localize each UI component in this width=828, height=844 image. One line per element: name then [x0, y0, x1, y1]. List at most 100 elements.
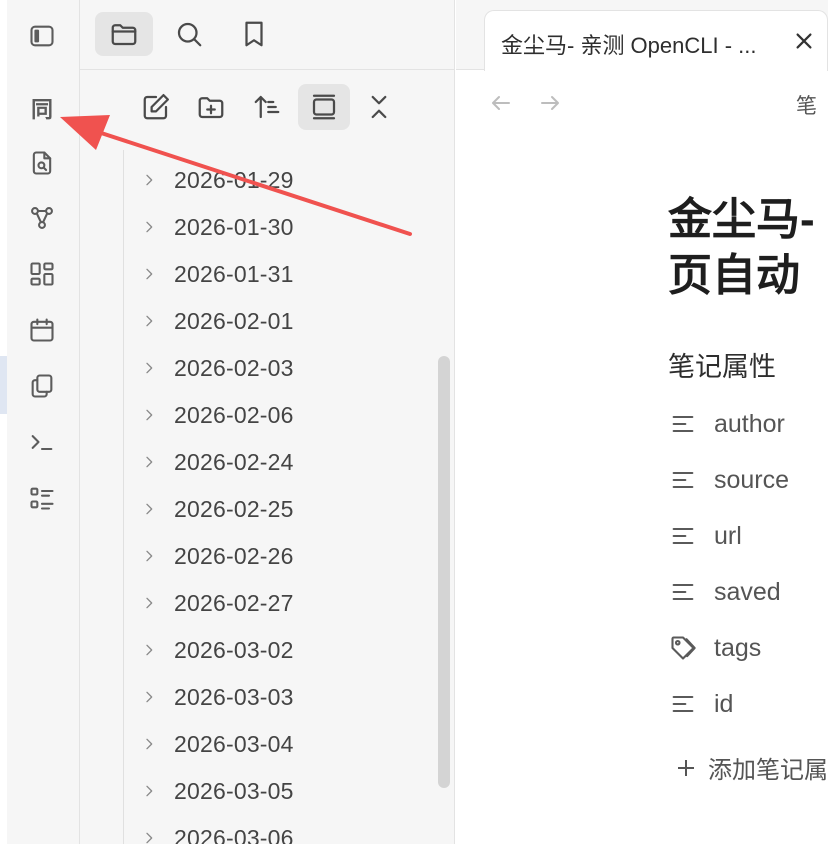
- folder-label: 2026-02-25: [174, 495, 294, 522]
- close-icon[interactable]: [789, 26, 819, 56]
- text-lines-icon[interactable]: [668, 465, 698, 495]
- chevron-right-icon[interactable]: [124, 642, 174, 658]
- tong-char-icon[interactable]: 同: [22, 88, 62, 128]
- folder-label: 2026-01-29: [174, 166, 294, 193]
- property-name: id: [714, 689, 734, 718]
- property-name: tags: [714, 633, 762, 662]
- editor-tab-bar: 金尘马- 亲测 OpenCLI - ...: [456, 0, 828, 71]
- sidebar-toggle-icon[interactable]: [22, 16, 62, 56]
- edge-highlight: [0, 356, 7, 414]
- folder-item[interactable]: 2026-02-03: [124, 348, 424, 388]
- folder-label: 2026-02-27: [174, 589, 294, 616]
- new-note-icon[interactable]: [130, 84, 182, 130]
- chevron-right-icon[interactable]: [124, 548, 174, 564]
- search-icon[interactable]: [160, 12, 218, 56]
- property-name: url: [714, 521, 742, 550]
- note-title-line: 金尘马-: [668, 195, 815, 244]
- add-property-label: 添加笔记属: [708, 757, 828, 784]
- forward-arrow-icon[interactable]: [535, 88, 565, 118]
- folder-label: 2026-02-24: [174, 448, 294, 475]
- folder-item[interactable]: 2026-02-01: [124, 301, 424, 341]
- auto-reveal-icon[interactable]: [298, 84, 350, 130]
- folder-label: 2026-03-05: [174, 777, 294, 804]
- chevron-right-icon[interactable]: [124, 407, 174, 423]
- ribbon: 同: [0, 0, 80, 844]
- note-tab[interactable]: 金尘马- 亲测 OpenCLI - ...: [484, 10, 828, 71]
- folder-label: 2026-02-06: [174, 401, 294, 428]
- property-row[interactable]: author: [668, 404, 785, 444]
- tab-title: 金尘马- 亲测 OpenCLI - ...: [501, 33, 757, 58]
- text-lines-icon[interactable]: [668, 577, 698, 607]
- property-name: saved: [714, 577, 781, 606]
- property-row[interactable]: source: [668, 460, 789, 500]
- bookmark-icon[interactable]: [225, 12, 283, 56]
- folder-label: 2026-03-04: [174, 730, 294, 757]
- text-lines-icon[interactable]: [668, 409, 698, 439]
- chevron-right-icon[interactable]: [124, 266, 174, 282]
- folder-item[interactable]: 2026-02-25: [124, 489, 424, 529]
- sidebar-tab-bar: [80, 0, 455, 70]
- folder-label: 2026-01-30: [174, 213, 294, 240]
- note-title[interactable]: 金尘马- 页自动: [668, 192, 828, 304]
- folder-item[interactable]: 2026-03-02: [124, 630, 424, 670]
- folder-label: 2026-03-02: [174, 636, 294, 663]
- folder-item[interactable]: 2026-03-03: [124, 677, 424, 717]
- chevron-right-icon[interactable]: [124, 172, 174, 188]
- folder-item[interactable]: 2026-02-06: [124, 395, 424, 435]
- chevron-right-icon[interactable]: [124, 501, 174, 517]
- sidebar-scrollbar[interactable]: [438, 356, 450, 788]
- folder-item[interactable]: 2026-03-06: [124, 818, 424, 844]
- add-property-button[interactable]: 添加笔记属: [674, 750, 828, 785]
- chevron-right-icon[interactable]: [124, 219, 174, 235]
- file-explorer-sidebar: 2026-01-29 2026-01-30 2026-01-31 2026-02-01…: [80, 0, 455, 844]
- property-row[interactable]: id: [668, 684, 733, 724]
- checklist-icon[interactable]: [22, 478, 62, 518]
- folder-item[interactable]: 2026-03-04: [124, 724, 424, 764]
- folder-tree: 2026-01-29 2026-01-30 2026-01-31 2026-02-01…: [123, 150, 453, 844]
- tag-icon[interactable]: [668, 633, 698, 663]
- chevron-right-icon[interactable]: [124, 595, 174, 611]
- folder-item[interactable]: 2026-02-27: [124, 583, 424, 623]
- text-lines-icon[interactable]: [668, 689, 698, 719]
- text-lines-icon[interactable]: [668, 521, 698, 551]
- folder-item[interactable]: 2026-03-05: [124, 771, 424, 811]
- property-row[interactable]: url: [668, 516, 742, 556]
- new-folder-icon[interactable]: [185, 84, 237, 130]
- folder-item[interactable]: 2026-01-30: [124, 207, 424, 247]
- property-row[interactable]: tags: [668, 628, 761, 668]
- sort-icon[interactable]: [241, 84, 293, 130]
- folder-icon[interactable]: [95, 12, 153, 56]
- folder-label: 2026-02-03: [174, 354, 294, 381]
- copy-pages-icon[interactable]: [22, 366, 62, 406]
- properties-heading[interactable]: 笔记属性: [668, 345, 776, 384]
- chevron-right-icon[interactable]: [124, 830, 174, 844]
- chevron-right-icon[interactable]: [124, 689, 174, 705]
- chevron-right-icon[interactable]: [124, 313, 174, 329]
- layout-grid-icon[interactable]: [22, 254, 62, 294]
- note-title-line: 页自动: [668, 251, 800, 300]
- back-arrow-icon[interactable]: [486, 88, 516, 118]
- breadcrumb[interactable]: 笔: [796, 90, 817, 120]
- graph-icon[interactable]: [22, 198, 62, 238]
- chevron-right-icon[interactable]: [124, 454, 174, 470]
- folder-item[interactable]: 2026-02-26: [124, 536, 424, 576]
- property-name: source: [714, 465, 790, 494]
- search-file-icon[interactable]: [22, 143, 62, 183]
- folder-item[interactable]: 2026-01-29: [124, 160, 424, 200]
- chevron-right-icon[interactable]: [124, 360, 174, 376]
- folder-label: 2026-02-26: [174, 542, 294, 569]
- folder-label: 2026-03-06: [174, 824, 294, 844]
- folder-label: 2026-02-01: [174, 307, 294, 334]
- chevron-right-icon[interactable]: [124, 736, 174, 752]
- calendar-icon[interactable]: [22, 310, 62, 350]
- folder-label: 2026-01-31: [174, 260, 294, 287]
- property-row[interactable]: saved: [668, 572, 781, 612]
- property-name: author: [714, 409, 785, 438]
- terminal-icon[interactable]: [22, 422, 62, 462]
- folder-item[interactable]: 2026-02-24: [124, 442, 424, 482]
- folder-label: 2026-03-03: [174, 683, 294, 710]
- folder-item[interactable]: 2026-01-31: [124, 254, 424, 294]
- chevron-right-icon[interactable]: [124, 783, 174, 799]
- collapse-all-icon[interactable]: [353, 84, 405, 130]
- editor-pane: 金尘马- 亲测 OpenCLI - ... 笔 金尘马- 页自动 笔记属性 au…: [456, 0, 828, 844]
